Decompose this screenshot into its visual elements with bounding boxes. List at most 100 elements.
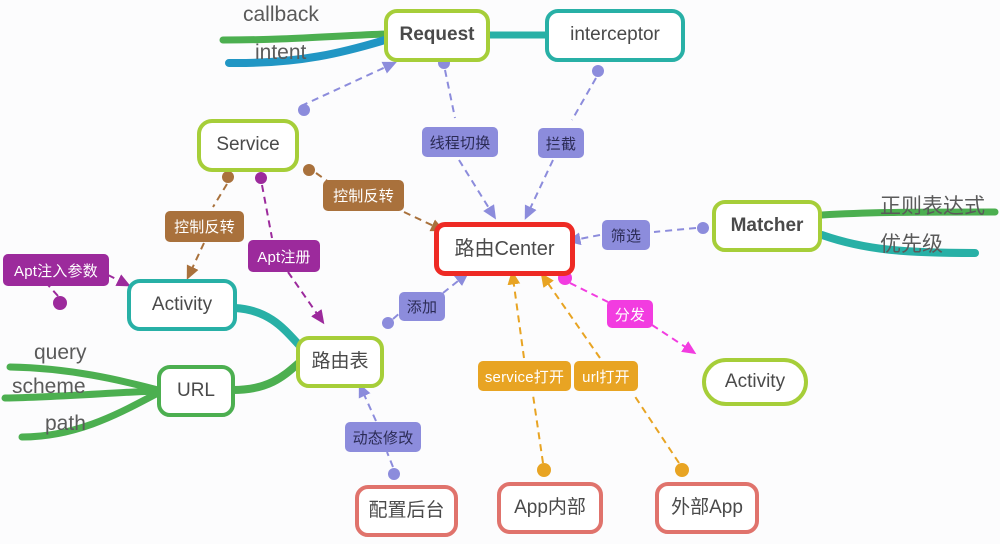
node-url-label: URL — [176, 379, 215, 401]
connector-dot-appinternal — [537, 463, 551, 477]
edge-label-apt-register-text: Apt注册 — [257, 248, 311, 266]
branch-label-query-text: query — [34, 341, 87, 364]
node-app-internal-label: App内部 — [514, 496, 586, 518]
edge-label-apt-register[interactable]: Apt注册 — [248, 240, 320, 272]
edge-label-service-open-text: service打开 — [484, 368, 565, 386]
node-activity-left-label: Activity — [151, 293, 213, 315]
branch-label-regex-text: 正则表达式 — [880, 195, 985, 218]
branch-label-scheme-text: scheme — [12, 375, 86, 398]
edge-label-dynamic-modify-text: 动态修改 — [352, 429, 414, 447]
connector-dot-service-routetable — [255, 172, 267, 184]
node-route-table[interactable]: 路由表 — [296, 336, 384, 388]
connector-dot-routetable-center — [382, 317, 394, 329]
branch-callback-request — [219, 30, 389, 44]
edge-label-dynamic-modify[interactable]: 动态修改 — [345, 422, 421, 452]
edge-add-to-center — [442, 272, 469, 294]
edge-label-intercept[interactable]: 拦截 — [538, 128, 584, 158]
branch-path-url — [18, 389, 162, 441]
node-service-label: Service — [216, 134, 280, 156]
node-config-backend[interactable]: 配置后台 — [355, 485, 458, 537]
connector-dot-config-routetable — [388, 468, 400, 480]
connector-dot-interceptor-center — [592, 65, 604, 77]
edge-label-thread-switch[interactable]: 线程切换 — [422, 127, 498, 157]
branch-label-path: path — [45, 412, 86, 436]
edge-center-to-dispatch — [569, 282, 609, 303]
edge-config-to-dynamicmodify — [386, 451, 394, 468]
edge-urlopen-to-center — [540, 272, 601, 359]
edge-threadswitch-to-center — [458, 159, 497, 220]
edge-request-to-threadswitch — [444, 69, 456, 119]
edge-label-add-text: 添加 — [406, 299, 438, 316]
edge-label-ioc-left[interactable]: 控制反转 — [165, 211, 244, 242]
connector-dot-service-center — [303, 164, 315, 176]
node-app-external[interactable]: 外部App — [655, 482, 759, 534]
edge-label-apt-inject-text: Apt注入参数 — [14, 262, 98, 280]
edge-label-url-open[interactable]: url打开 — [574, 361, 638, 391]
edge-appinternal-to-serviceopen — [532, 394, 544, 464]
node-route-table-label: 路由表 — [311, 350, 369, 372]
connector-dot-service-request — [298, 104, 310, 116]
edge-aptinject-stem — [47, 284, 59, 297]
edge-label-dispatch[interactable]: 分发 — [607, 300, 653, 328]
branch-label-path-text: path — [45, 412, 86, 435]
edge-label-thread-switch-text: 线程切换 — [429, 134, 491, 152]
branch-label-intent-text: intent — [255, 41, 307, 64]
node-matcher[interactable]: Matcher — [712, 200, 822, 252]
branch-label-priority-text: 优先级 — [880, 233, 943, 256]
edge-intercept-to-center — [524, 159, 554, 220]
node-config-backend-label: 配置后台 — [368, 499, 445, 521]
branch-label-regex: 正则表达式 — [880, 190, 985, 220]
edge-dynamicmodify-to-routetable — [358, 383, 377, 422]
edge-service-to-aptregister — [261, 184, 273, 239]
mindmap-canvas: Request interceptor Service Activity 路由表… — [0, 0, 1000, 544]
edge-matcher-to-filter — [653, 227, 697, 233]
node-activity-right-label: Activity — [724, 370, 786, 392]
edge-aptregister-to-routetable — [287, 271, 325, 325]
node-router-center-label: 路由Center — [454, 238, 555, 260]
edge-label-filter-text: 筛选 — [610, 227, 642, 245]
edge-label-service-open[interactable]: service打开 — [478, 361, 571, 391]
branch-label-intent: intent — [255, 41, 306, 65]
connector-dot-aptinject — [53, 296, 67, 310]
branch-label-callback: callback — [243, 3, 319, 27]
branch-label-callback-text: callback — [243, 3, 319, 26]
node-request-label: Request — [399, 24, 475, 46]
edge-label-ioc-right[interactable]: 控制反转 — [323, 180, 404, 211]
node-service[interactable]: Service — [197, 119, 299, 172]
edge-service-to-ioc-left — [212, 183, 228, 208]
edge-label-dispatch-text: 分发 — [614, 306, 646, 324]
edge-label-intercept-text: 拦截 — [545, 135, 577, 153]
edge-label-filter[interactable]: 筛选 — [602, 220, 650, 250]
branch-url-routetable — [229, 358, 304, 394]
edge-service-to-request — [300, 61, 397, 107]
edge-label-apt-inject[interactable]: Apt注入参数 — [3, 254, 109, 286]
edge-ioc-right-to-center — [403, 211, 445, 232]
node-url[interactable]: URL — [157, 365, 235, 417]
branch-intent-request — [225, 36, 389, 68]
edge-serviceopen-to-center — [507, 270, 525, 359]
node-interceptor-label: interceptor — [570, 24, 660, 46]
edge-interceptor-to-intercept — [571, 77, 597, 121]
edge-label-url-open-text: url打开 — [582, 368, 630, 386]
branch-label-scheme: scheme — [12, 375, 86, 399]
edge-label-ioc-left-text: 控制反转 — [174, 219, 235, 236]
edge-dispatch-to-activity — [651, 324, 697, 355]
edge-label-ioc-right-text: 控制反转 — [333, 188, 394, 205]
node-activity-right[interactable]: Activity — [702, 358, 808, 406]
edge-aptinject-to-activity — [107, 274, 131, 287]
connector-dot-service-activity — [222, 171, 234, 183]
node-request[interactable]: Request — [384, 9, 490, 62]
node-matcher-label: Matcher — [730, 214, 804, 236]
branch-label-priority: 优先级 — [880, 228, 943, 258]
edge-ioc-left-to-activity — [186, 242, 205, 280]
edge-filter-to-center — [566, 232, 601, 246]
branch-activity-routetable — [231, 304, 304, 350]
node-activity-left[interactable]: Activity — [127, 279, 237, 331]
connector-dot-appexternal — [675, 463, 689, 477]
node-router-center[interactable]: 路由Center — [434, 222, 575, 276]
node-app-internal[interactable]: App内部 — [497, 482, 603, 534]
edge-appexternal-to-urlopen — [633, 394, 680, 464]
edge-label-add[interactable]: 添加 — [399, 292, 445, 321]
connector-dot-matcher-center — [697, 222, 709, 234]
node-interceptor[interactable]: interceptor — [545, 9, 685, 62]
